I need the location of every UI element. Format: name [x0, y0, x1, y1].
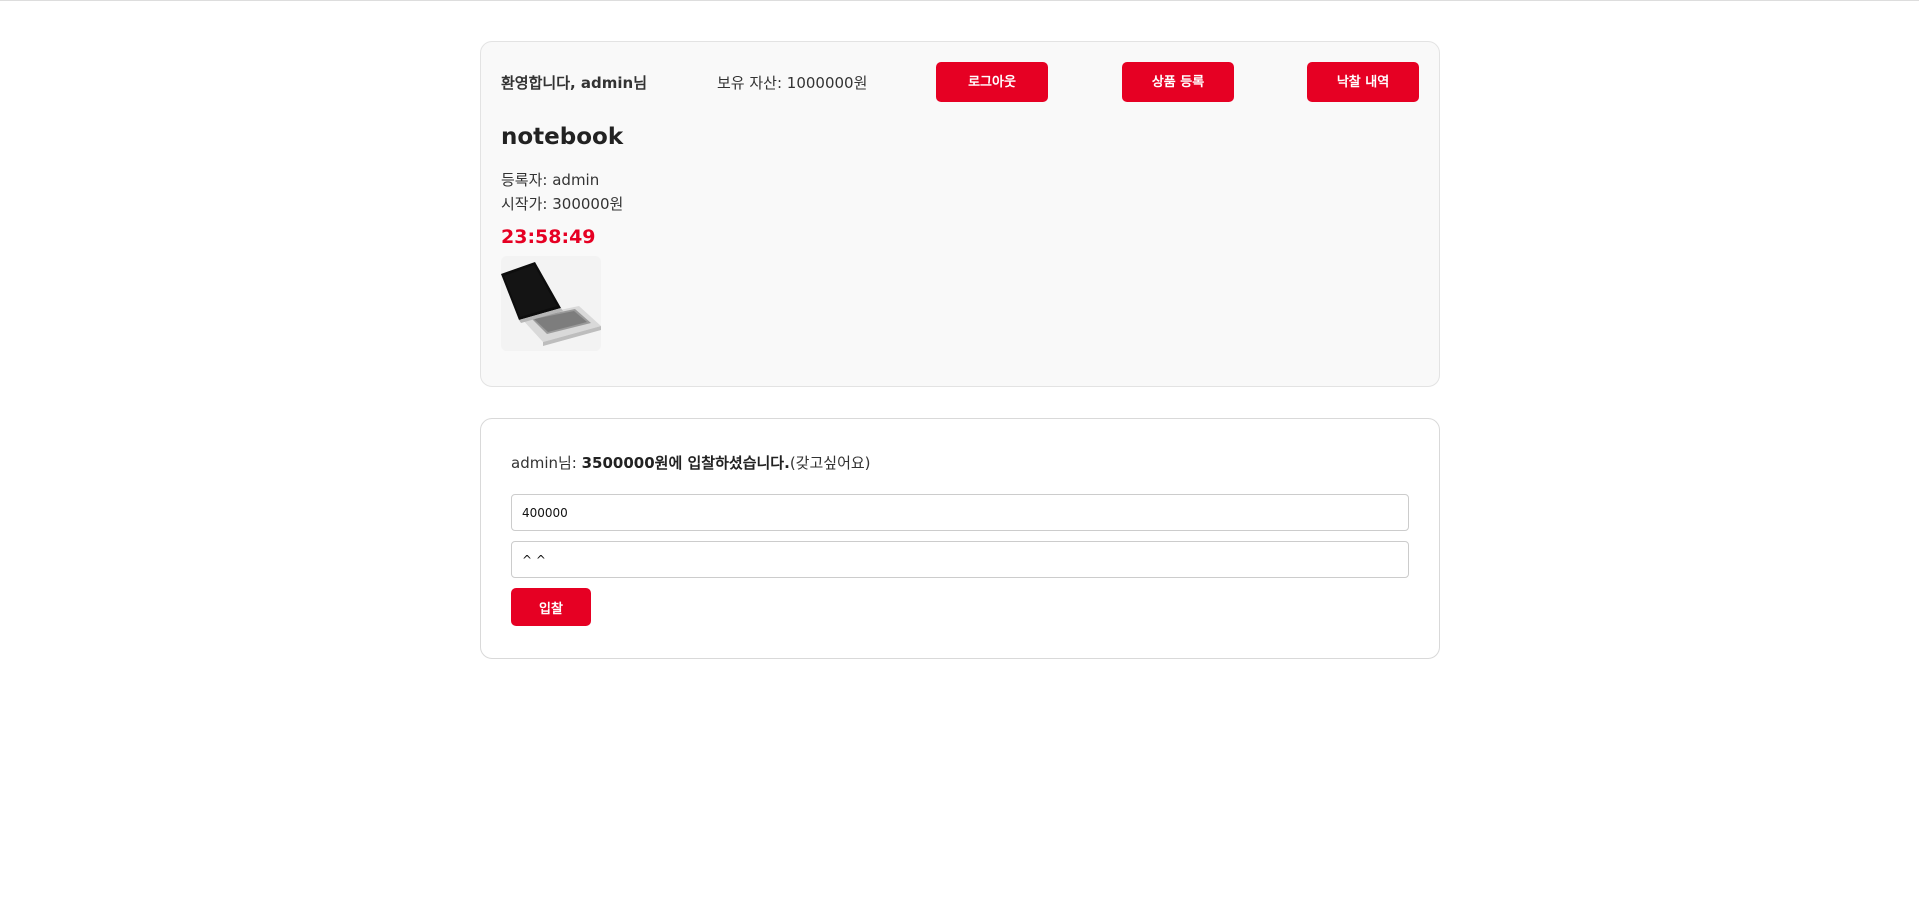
product-card: 환영합니다, admin님 보유 자산: 1000000원 로그아웃 상품 등록… — [480, 41, 1440, 387]
seller-line: 등록자: admin — [501, 168, 1419, 192]
assets-label: 보유 자산: — [717, 74, 787, 92]
logout-button[interactable]: 로그아웃 — [936, 62, 1048, 102]
product-meta: 등록자: admin 시작가: 300000원 — [501, 168, 1419, 216]
top-divider — [0, 0, 1919, 1]
submit-bid-button[interactable]: 입찰 — [511, 588, 591, 626]
assets-value: 1000000원 — [786, 74, 868, 92]
winning-history-button[interactable]: 낙찰 내역 — [1307, 62, 1419, 102]
start-price-value: 300000원 — [552, 195, 624, 213]
welcome-suffix: 님 — [633, 74, 648, 92]
welcome-prefix: 환영합니다, — [501, 74, 581, 92]
bid-comment: (갖고싶어요) — [789, 454, 871, 472]
welcome-username: admin — [580, 74, 634, 92]
countdown-timer: 23:58:49 — [501, 226, 596, 248]
page-container: 환영합니다, admin님 보유 자산: 1000000원 로그아웃 상품 등록… — [480, 41, 1440, 659]
user-header: 환영합니다, admin님 보유 자산: 1000000원 로그아웃 상품 등록… — [501, 62, 1419, 102]
laptop-image — [501, 256, 601, 351]
start-price-line: 시작가: 300000원 — [501, 192, 1419, 216]
seller-label: 등록자: — [501, 171, 553, 189]
register-product-button[interactable]: 상품 등록 — [1122, 62, 1234, 102]
start-price-label: 시작가: — [501, 195, 553, 213]
welcome-text: 환영합니다, admin님 — [501, 72, 647, 93]
assets-text: 보유 자산: 1000000원 — [717, 72, 867, 93]
bid-card: admin님: 3500000원에 입찰하셨습니다.(갖고싶어요) 입찰 — [480, 418, 1440, 659]
laptop-icon — [501, 256, 601, 351]
bid-message-input[interactable] — [511, 541, 1409, 578]
bidder-label: admin님: — [511, 454, 582, 472]
bid-amount-text: 3500000원에 입찰하셨습니다. — [581, 454, 790, 472]
product-title: notebook — [501, 124, 624, 150]
bid-amount-input[interactable] — [511, 494, 1409, 531]
current-bid-status: admin님: 3500000원에 입찰하셨습니다.(갖고싶어요) — [511, 452, 1409, 473]
seller-value: admin — [552, 171, 600, 189]
